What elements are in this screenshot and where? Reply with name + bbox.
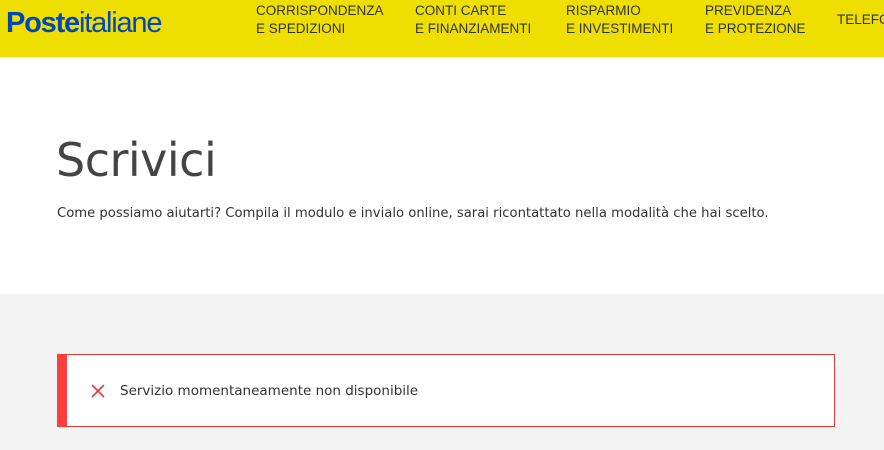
logo-text-bold: Poste [6,7,80,39]
page-title: Scrivici [56,133,217,187]
nav-item-label-line1: PREVIDENZA [705,3,792,18]
nav-item-label-line1: RISPARMIO [566,3,641,18]
nav-item-conti-carte[interactable]: CONTI CARTE E FINANZIAMENTI [415,2,531,38]
nav-item-risparmio[interactable]: RISPARMIO E INVESTIMENTI [566,2,673,38]
nav-item-corrispondenza[interactable]: CORRISPONDENZA E SPEDIZIONI [256,2,384,38]
error-alert: Servizio momentaneamente non disponibile [57,354,835,427]
close-icon [90,383,106,399]
page-subtitle: Come possiamo aiutarti? Compila il modul… [57,206,769,221]
nav-item-label-line1: CORRISPONDENZA [256,3,384,18]
nav-item-label-line1: TELEFO [837,12,884,27]
nav-item-label-line2: E SPEDIZIONI [256,21,346,36]
logo-text-light: italiane [78,7,163,39]
nav-item-label-line2: E INVESTIMENTI [566,21,674,36]
site-header: Posteitaliane CORRISPONDENZA E SPEDIZION… [0,0,884,57]
content-section: Servizio momentaneamente non disponibile [0,294,884,450]
nav-item-telefonia[interactable]: TELEFO [837,11,884,29]
hero-section: Scrivici Come possiamo aiutarti? Compila… [0,57,884,294]
nav-item-label-line2: E PROTEZIONE [705,21,806,36]
alert-message: Servizio momentaneamente non disponibile [120,383,419,399]
nav-item-label-line1: CONTI CARTE [415,3,507,18]
nav-item-previdenza[interactable]: PREVIDENZA E PROTEZIONE [705,2,806,38]
poste-italiane-logo[interactable]: Posteitaliane [6,7,163,39]
nav-item-label-line2: E FINANZIAMENTI [415,21,532,36]
